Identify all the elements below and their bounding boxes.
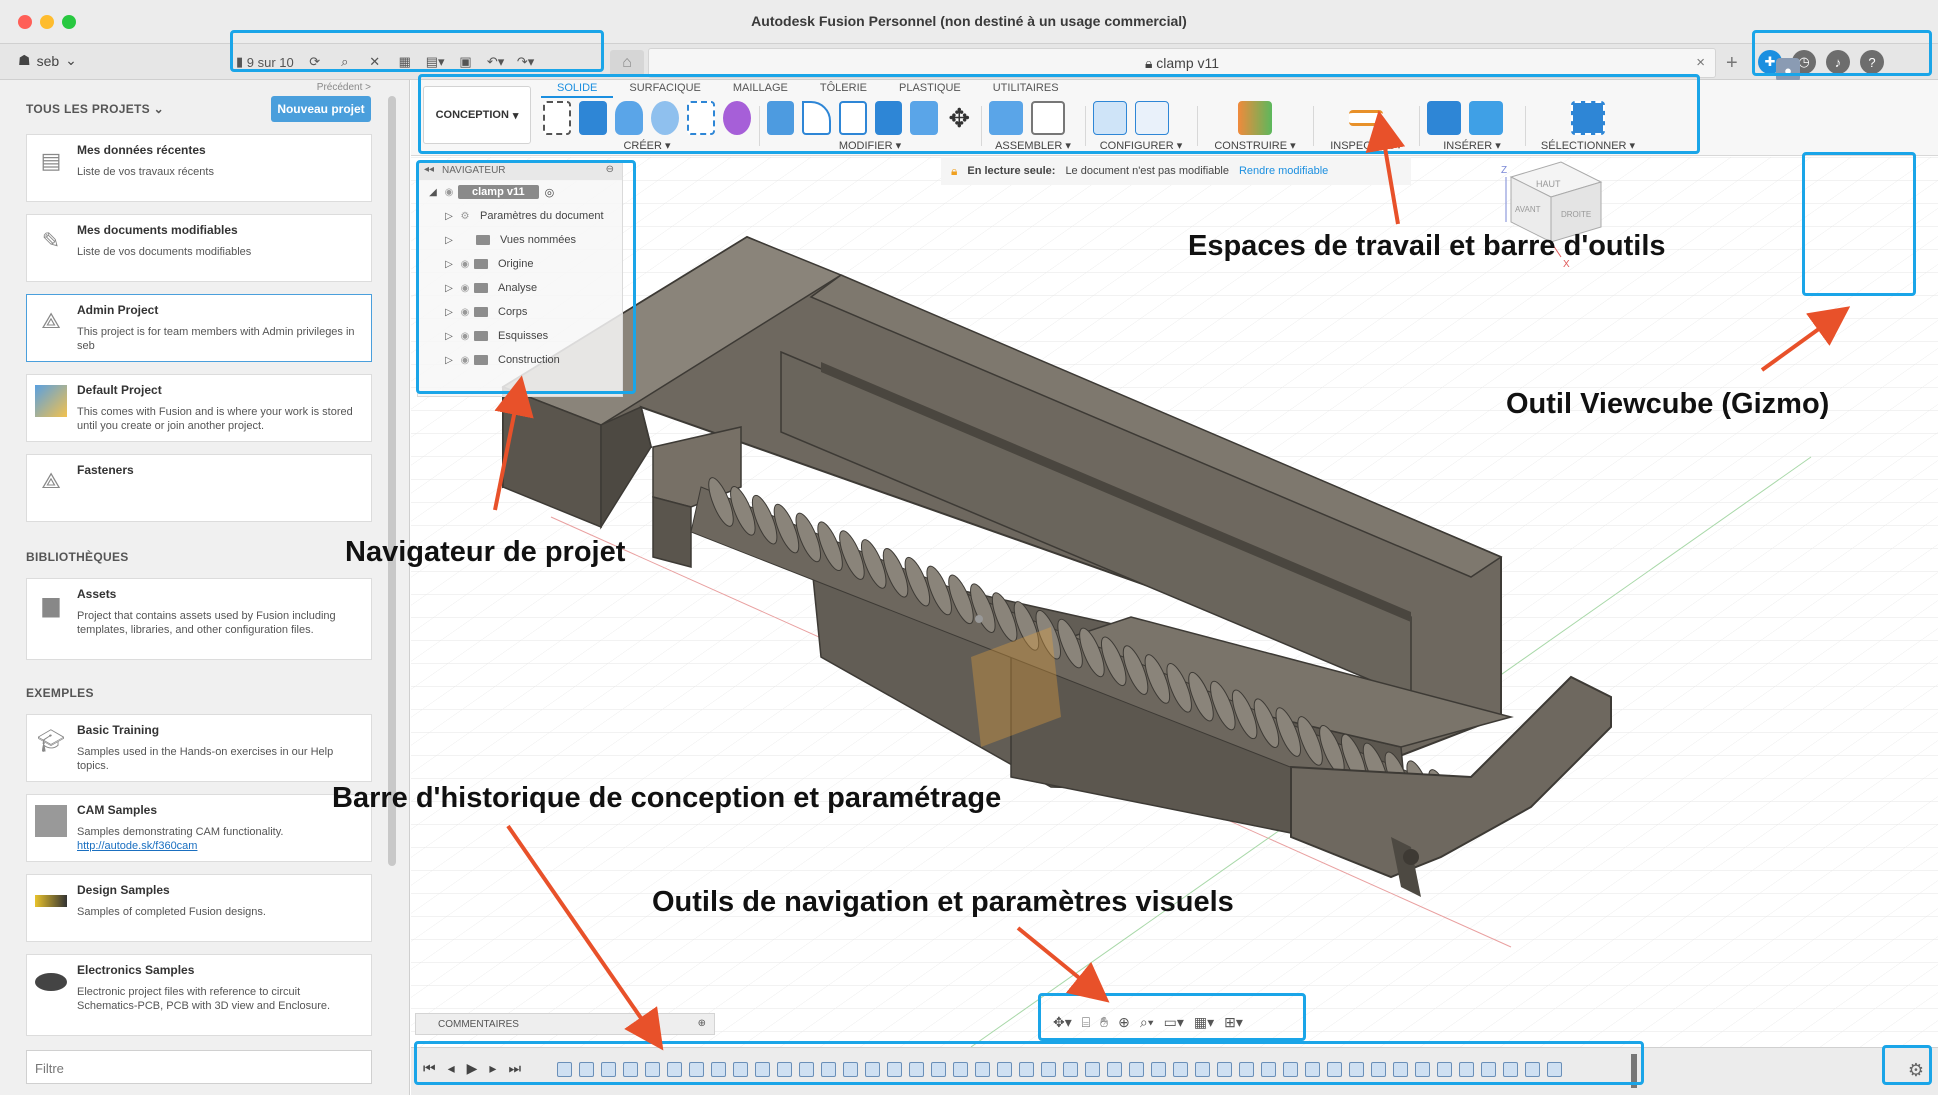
window-title: Autodesk Fusion Personnel (non destiné à… (751, 13, 1187, 29)
z-axis-label: Z (1501, 165, 1507, 176)
electronics-thumbnail-icon (35, 973, 67, 991)
highlight-viewcube (1802, 152, 1916, 296)
project-title: Admin Project (77, 303, 159, 317)
project-title: Default Project (77, 383, 162, 397)
comments-panel[interactable]: COMMENTAIRES ⊕ (415, 1013, 715, 1035)
highlight-timeline (414, 1041, 1644, 1085)
project-card[interactable]: ⟁ Fasteners (26, 454, 372, 522)
example-title: Design Samples (77, 883, 170, 897)
libraries-title: BIBLIOTHÈQUES (26, 550, 129, 564)
annotation-viewcube: Outil Viewcube (Gizmo) (1506, 388, 1830, 420)
new-project-button[interactable]: Nouveau projet (271, 96, 371, 122)
projects-title[interactable]: TOUS LES PROJETS ⌄ (26, 102, 164, 116)
project-thumbnail-icon (35, 385, 67, 417)
example-title: CAM Samples (77, 803, 158, 817)
example-desc: Samples of completed Fusion designs. (77, 906, 266, 918)
cam-thumbnail-icon (35, 805, 67, 837)
project-icon: ⟁ (41, 468, 61, 493)
project-desc: This comes with Fusion and is where your… (77, 406, 353, 432)
annotation-toolbar: Espaces de travail et barre d'outils (1188, 230, 1666, 262)
example-desc: Electronic project files with reference … (77, 986, 331, 1012)
chevron-down-icon: ⌄ (65, 52, 77, 68)
cam-link[interactable]: http://autode.sk/f360cam (77, 840, 197, 852)
filter-input[interactable]: Filtre (26, 1050, 372, 1084)
highlight-quick-access (230, 30, 604, 72)
documents-icon: ▤ (40, 148, 62, 173)
home-icon[interactable]: ⌂ (610, 50, 644, 76)
example-desc: Samples demonstrating CAM functionality.… (77, 826, 284, 852)
example-card[interactable]: Design Samples Samples of completed Fusi… (26, 874, 372, 942)
scrollbar[interactable] (388, 96, 396, 866)
project-title: Mes données récentes (77, 143, 206, 157)
comments-label: COMMENTAIRES (438, 1019, 519, 1030)
project-title: Mes documents modifiables (77, 223, 238, 237)
project-desc: Liste de vos travaux récents (77, 166, 214, 178)
library-desc: Project that contains assets used by Fus… (77, 610, 336, 636)
document-tab-label: clamp v11 (1156, 55, 1220, 71)
project-card[interactable]: ✎ Mes documents modifiables Liste de vos… (26, 214, 372, 282)
example-title: Electronics Samples (77, 963, 195, 977)
readonly-banner: 🔒︎ En lecture seule: Le document n'est p… (941, 157, 1411, 185)
project-card[interactable]: ⟁ Admin Project This project is for team… (26, 294, 372, 362)
viewcube-top-label: HAUT (1536, 179, 1561, 189)
library-title: Assets (77, 587, 117, 601)
design-thumbnail-icon (35, 895, 67, 907)
team-icon: ☗ (18, 52, 31, 68)
make-editable-link[interactable]: Rendre modifiable (1239, 165, 1328, 177)
edit-document-icon: ✎ (41, 228, 61, 253)
handle-hole (1403, 849, 1419, 865)
viewcube-front-label: AVANT (1515, 205, 1541, 214)
graduation-cap-icon: 🎓︎ (37, 728, 65, 753)
highlight-navigator (416, 160, 636, 394)
example-desc: Samples used in the Hands-on exercises i… (77, 746, 334, 772)
example-title: Basic Training (77, 723, 160, 737)
project-title: Fasteners (77, 463, 134, 477)
chevron-down-icon: ⌄ (153, 102, 164, 116)
add-comment-icon: ⊕ (697, 1018, 706, 1029)
library-card[interactable]: ▆ Assets Project that contains assets us… (26, 578, 372, 660)
highlight-toolbar (418, 74, 1700, 154)
annotation-navtools: Outils de navigation et paramètres visue… (652, 886, 1234, 918)
user-menu[interactable]: ☗ seb ⌄ (18, 52, 77, 69)
origin-point (975, 615, 983, 623)
highlight-navigation-bar (1038, 993, 1306, 1041)
project-desc: This project is for team members with Ad… (77, 326, 355, 352)
previous-link[interactable]: Précédent > (317, 82, 371, 93)
readonly-message: Le document n'est pas modifiable (1065, 165, 1229, 177)
project-card[interactable]: Default Project This comes with Fusion a… (26, 374, 372, 442)
readonly-label: En lecture seule: (967, 165, 1056, 177)
annotation-navigator: Navigateur de projet (345, 536, 626, 568)
close-tab-button[interactable]: × (1696, 49, 1705, 77)
lock-icon: 🔒︎ (951, 163, 958, 178)
viewcube-right-label: DROITE (1561, 210, 1591, 219)
highlight-account (1752, 30, 1932, 76)
project-icon: ⟁ (41, 308, 61, 333)
data-panel: Précédent > TOUS LES PROJETS ⌄ Nouveau p… (0, 80, 410, 1095)
project-desc: Liste de vos documents modifiables (77, 246, 252, 258)
example-card[interactable]: CAM Samples Samples demonstrating CAM fu… (26, 794, 372, 862)
examples-title: EXEMPLES (26, 686, 94, 700)
project-card[interactable]: ▤ Mes données récentes Liste de vos trav… (26, 134, 372, 202)
annotation-history: Barre d'historique de conception et para… (332, 782, 1002, 814)
new-tab-button[interactable]: + (1726, 52, 1738, 75)
highlight-settings (1882, 1045, 1932, 1085)
example-card[interactable]: Electronics Samples Electronic project f… (26, 954, 372, 1036)
example-card[interactable]: 🎓︎ Basic Training Samples used in the Ha… (26, 714, 372, 782)
lock-icon: 🔒︎ (1144, 55, 1153, 71)
archive-icon: ▆ (42, 592, 60, 617)
user-name: seb (36, 52, 60, 69)
